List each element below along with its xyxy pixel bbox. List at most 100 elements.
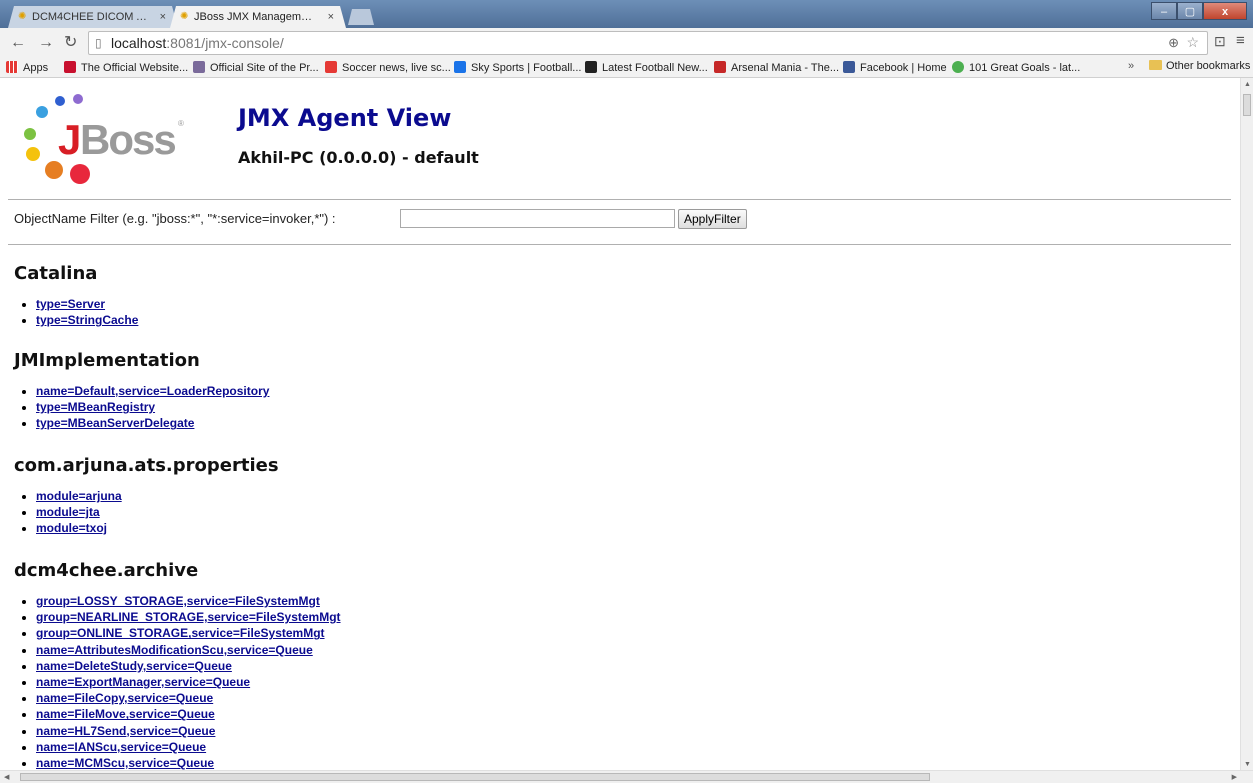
forward-arrow-icon[interactable]: → xyxy=(38,34,54,52)
svg-text:®: ® xyxy=(178,119,184,128)
mbean-link[interactable]: module=txoj xyxy=(36,521,107,535)
close-icon[interactable]: × xyxy=(160,6,166,28)
shield-icon xyxy=(64,61,76,73)
mbean-link[interactable]: group=LOSSY_STORAGE,service=FileSystemMg… xyxy=(36,594,320,608)
browser-toolbar: ← → ↻ ▯ localhost:8081/jmx-console/ ⊕ ☆ xyxy=(0,28,1253,58)
horizontal-scrollbar[interactable]: ◀ ▶ xyxy=(0,770,1253,783)
news-icon xyxy=(585,61,597,73)
list-item: name=FileMove,service=Queue xyxy=(36,706,341,722)
tab-dcm4chee[interactable]: ✺ DCM4CHEE DICOM Archi × xyxy=(8,6,178,28)
bookmark-apps[interactable]: Apps xyxy=(6,60,48,76)
bookmark-item[interactable]: Soccer news, live sc... xyxy=(325,60,451,76)
mbean-link[interactable]: group=NEARLINE_STORAGE,service=FileSyste… xyxy=(36,610,341,624)
mbean-link[interactable]: name=FileMove,service=Queue xyxy=(36,707,215,721)
vertical-scrollbar[interactable]: ▲ ▼ xyxy=(1240,78,1253,770)
jboss-logo: J Boss ® xyxy=(18,94,198,189)
bookmark-item[interactable]: Facebook | Home xyxy=(843,60,947,76)
list-item: type=MBeanRegistry xyxy=(36,399,269,415)
domain-section-jmimplementation: JMImplementation name=Default,service=Lo… xyxy=(14,349,269,432)
scroll-left-icon[interactable]: ◀ xyxy=(4,773,9,781)
new-tab-button[interactable] xyxy=(348,9,374,25)
mbean-link[interactable]: name=HL7Send,service=Queue xyxy=(36,724,215,738)
mbean-link[interactable]: group=ONLINE_STORAGE,service=FileSystemM… xyxy=(36,626,325,640)
url-text[interactable]: localhost:8081/jmx-console/ xyxy=(111,35,284,51)
scrollbar-thumb[interactable] xyxy=(1243,94,1251,116)
mbean-list: name=Default,service=LoaderRepository ty… xyxy=(14,383,269,432)
mbean-list: type=Server type=StringCache xyxy=(14,296,138,328)
menu-icon[interactable]: ≡ xyxy=(1236,32,1245,49)
bookmark-item[interactable]: The Official Website... xyxy=(64,60,188,76)
list-item: group=NEARLINE_STORAGE,service=FileSyste… xyxy=(36,609,341,625)
list-item: type=Server xyxy=(36,296,138,312)
domain-section-dcm4chee-archive: dcm4chee.archive group=LOSSY_STORAGE,ser… xyxy=(14,559,341,770)
minimize-button[interactable]: – xyxy=(1151,2,1177,20)
list-item: group=LOSSY_STORAGE,service=FileSystemMg… xyxy=(36,593,341,609)
back-arrow-icon[interactable]: ← xyxy=(10,34,26,52)
news-icon xyxy=(325,61,337,73)
mbean-link[interactable]: name=Default,service=LoaderRepository xyxy=(36,384,269,398)
tab-jboss-jmx[interactable]: ✺ JBoss JMX Management C × xyxy=(170,6,346,28)
maximize-button[interactable]: ▢ xyxy=(1177,2,1203,20)
bookmark-item[interactable]: Sky Sports | Football... xyxy=(454,60,581,76)
crest-icon xyxy=(193,61,205,73)
mbean-link[interactable]: name=FileCopy,service=Queue xyxy=(36,691,213,705)
window-controls: – ▢ x xyxy=(1151,2,1247,20)
bookmark-label: Soccer news, live sc... xyxy=(342,62,451,74)
mbean-link[interactable]: type=Server xyxy=(36,297,105,311)
address-bar[interactable]: ▯ localhost:8081/jmx-console/ ⊕ ☆ xyxy=(88,31,1208,55)
list-item: name=Default,service=LoaderRepository xyxy=(36,383,269,399)
mbean-link[interactable]: module=jta xyxy=(36,505,100,519)
bookmark-label: Facebook | Home xyxy=(860,62,947,74)
objectname-filter-input[interactable] xyxy=(400,209,675,228)
close-window-button[interactable]: x xyxy=(1203,2,1247,20)
domain-heading: JMImplementation xyxy=(14,350,200,371)
bookmarks-overflow-button[interactable]: » xyxy=(1128,60,1134,72)
filter-label: ObjectName Filter (e.g. "jboss:*", "*:se… xyxy=(14,211,336,226)
bookmark-item[interactable]: Arsenal Mania - The... xyxy=(714,60,839,76)
reload-icon[interactable]: ↻ xyxy=(64,34,77,52)
bookmark-star-icon[interactable]: ☆ xyxy=(1186,34,1199,51)
bookmarks-bar: Apps The Official Website... Official Si… xyxy=(0,58,1253,78)
mbean-link[interactable]: name=IANScu,service=Queue xyxy=(36,740,206,754)
divider xyxy=(8,199,1231,200)
cast-icon[interactable]: ⊡ xyxy=(1214,33,1226,50)
scroll-down-icon[interactable]: ▼ xyxy=(1244,761,1251,768)
zoom-icon[interactable]: ⊕ xyxy=(1168,35,1179,51)
mbean-link[interactable]: name=ExportManager,service=Queue xyxy=(36,675,250,689)
arsenal-icon xyxy=(714,61,726,73)
bookmark-item[interactable]: Latest Football New... xyxy=(585,60,708,76)
mbean-link[interactable]: type=MBeanServerDelegate xyxy=(36,416,194,430)
mbean-link[interactable]: type=StringCache xyxy=(36,313,138,327)
bookmark-label: Arsenal Mania - The... xyxy=(731,62,840,74)
mbean-link[interactable]: module=arjuna xyxy=(36,489,122,503)
list-item: name=ExportManager,service=Queue xyxy=(36,674,341,690)
mbean-link[interactable]: type=MBeanRegistry xyxy=(36,400,155,414)
facebook-icon xyxy=(843,61,855,73)
bookmark-item[interactable]: Official Site of the Pr... xyxy=(193,60,319,76)
bookmark-label: Official Site of the Pr... xyxy=(210,62,319,74)
scrollbar-thumb[interactable] xyxy=(20,773,930,781)
scroll-up-icon[interactable]: ▲ xyxy=(1244,81,1251,88)
goals-icon xyxy=(952,61,964,73)
domain-heading: com.arjuna.ats.properties xyxy=(14,455,279,476)
list-item: name=DeleteStudy,service=Queue xyxy=(36,658,341,674)
mbean-link[interactable]: name=MCMScu,service=Queue xyxy=(36,756,214,770)
other-bookmarks[interactable]: Other bookmarks xyxy=(1149,60,1250,72)
domain-section-catalina: Catalina type=Server type=StringCache xyxy=(14,262,138,328)
close-icon[interactable]: × xyxy=(328,6,334,28)
page-icon: ▯ xyxy=(95,36,102,50)
scroll-right-icon[interactable]: ▶ xyxy=(1232,773,1237,781)
mbean-link[interactable]: name=AttributesModificationScu,service=Q… xyxy=(36,643,313,657)
bookmark-label: 101 Great Goals - lat... xyxy=(969,62,1081,74)
apply-filter-button[interactable]: ApplyFilter xyxy=(678,209,747,229)
page-viewport: J Boss ® JMX Agent View Akhil-PC (0.0.0.… xyxy=(0,78,1240,770)
other-bookmarks-label: Other bookmarks xyxy=(1166,60,1251,72)
list-item: type=MBeanServerDelegate xyxy=(36,415,269,431)
spinner-icon: ✺ xyxy=(180,11,189,22)
svg-text:Boss: Boss xyxy=(80,116,175,163)
bookmark-item[interactable]: 101 Great Goals - lat... xyxy=(952,60,1080,76)
bookmark-label: Sky Sports | Football... xyxy=(471,62,582,74)
list-item: module=jta xyxy=(36,504,279,520)
list-item: name=AttributesModificationScu,service=Q… xyxy=(36,642,341,658)
mbean-link[interactable]: name=DeleteStudy,service=Queue xyxy=(36,659,232,673)
